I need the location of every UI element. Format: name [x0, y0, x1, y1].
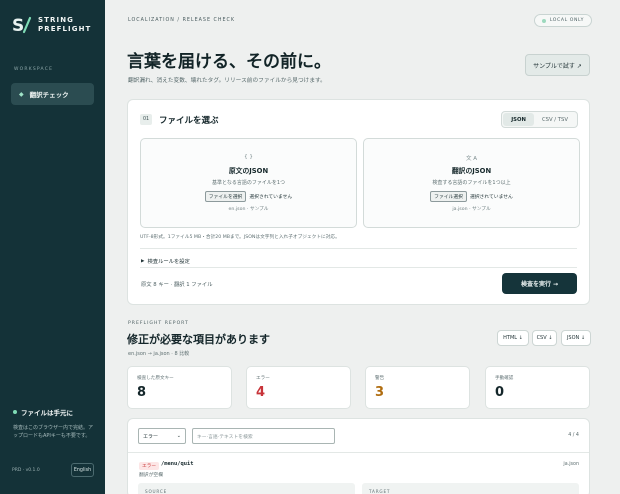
workspace-label: WORKSPACE	[14, 67, 54, 72]
source-choose-file-button[interactable]: ファイルを選択	[204, 191, 247, 202]
target-choose-file-button[interactable]: ファイル選択	[430, 191, 467, 202]
source-column-label: SOURCE	[145, 489, 168, 494]
svg-text:S: S	[12, 16, 24, 36]
stat-card-errors: エラー 4	[246, 366, 351, 409]
target-column: TARGET	[362, 483, 579, 494]
divider	[140, 248, 577, 249]
source-title: 原文のJSON	[228, 167, 269, 175]
source-desc: 基準となる言語のファイルを1つ	[211, 180, 286, 186]
divider	[140, 267, 577, 268]
page-subtitle: 翻訳漏れ、消えた変数、壊れたタグ。リリース前のファイルから見つけます。	[128, 78, 326, 84]
diamond-icon: ◆	[19, 90, 24, 98]
stat-card-keys: 検査した原文キー 8	[127, 366, 232, 409]
local-only-badge: LOCAL ONLY	[533, 14, 592, 27]
sidebar-item-label: 翻訳チェック	[29, 91, 69, 99]
chevron-down-icon: ⌄	[176, 433, 181, 439]
stat-value: 3	[375, 385, 385, 400]
issue-file: ja.json	[563, 462, 579, 467]
file-count-summary: 原文 8 キー · 翻訳 1 ファイル	[141, 282, 213, 288]
translate-icon: 文 A	[465, 156, 477, 162]
result-count: 4 / 4	[568, 433, 579, 438]
sidebar: S STRING PREFLIGHT WORKSPACE ◆ 翻訳チェック ファ…	[0, 0, 105, 494]
try-sample-button[interactable]: サンプルで試す ↗	[525, 54, 590, 76]
format-tab-csv[interactable]: CSV / TSV	[534, 113, 576, 126]
version-label: PRD · v0.1.0	[12, 468, 40, 473]
page-title: 言葉を届ける、その前に。	[127, 52, 331, 72]
target-dropzone[interactable]: 文 A 翻訳のJSON 検査する言語のファイルを1つ以上 ファイル選択 選択され…	[363, 138, 580, 228]
local-files-title: ファイルは手元に	[13, 407, 73, 417]
stat-label: エラー	[256, 376, 270, 381]
caret-right-icon: ▶	[141, 258, 145, 264]
divider	[128, 452, 589, 453]
issue-desc: 翻訳が空欄	[139, 473, 163, 478]
sidebar-item-translation-check[interactable]: ◆ 翻訳チェック	[11, 83, 94, 105]
file-select-card: 01 ファイルを選ぶ JSON CSV / TSV { } 原文のJSON 基準…	[127, 99, 590, 305]
export-json-button[interactable]: JSON ↓	[561, 330, 591, 346]
target-desc: 検査する言語のファイルを1つ以上	[432, 180, 511, 186]
local-files-desc: 検査はこのブラウザー内で完結。アップロードもAPIキーも不要です。	[13, 425, 94, 439]
brand-logo[interactable]: S STRING PREFLIGHT	[12, 14, 91, 36]
issue-key[interactable]: /menu/quit	[161, 461, 193, 467]
step-number: 01	[140, 114, 152, 125]
language-button[interactable]: English	[71, 463, 94, 477]
source-sample-link[interactable]: en.json · サンプル	[141, 206, 356, 212]
severity-filter-select[interactable]: エラー ⌄	[138, 428, 186, 444]
file-select-title: ファイルを選ぶ	[159, 116, 219, 126]
report-subtitle: en.json → ja.json · 8 比較	[128, 351, 190, 357]
main-content: LOCALIZATION / RELEASE CHECK LOCAL ONLY …	[105, 0, 620, 494]
stat-value: 4	[256, 385, 266, 400]
issue-search-input[interactable]: キー·言語·テキストを検索	[192, 428, 335, 444]
export-csv-button[interactable]: CSV ↓	[532, 330, 557, 346]
format-switch: JSON CSV / TSV	[501, 111, 578, 128]
rules-toggle[interactable]: ▶ 検査ルールを設定	[141, 257, 190, 266]
stat-label: 手動確認	[495, 376, 514, 381]
source-column: SOURCE	[138, 483, 355, 494]
issues-table: エラー ⌄ キー·言語·テキストを検索 4 / 4 エラー /menu/quit…	[127, 418, 590, 494]
brand-name: STRING PREFLIGHT	[38, 16, 91, 34]
target-file-input: ファイル選択 選択されていません	[364, 191, 579, 202]
severity-badge: エラー	[139, 462, 160, 470]
report-title: 修正が必要な項目があります	[127, 333, 270, 346]
format-tab-json[interactable]: JSON	[503, 113, 534, 126]
target-sample-link[interactable]: ja.json · サンプル	[364, 206, 579, 212]
status-dot-icon	[541, 18, 546, 23]
status-dot-icon	[13, 410, 17, 414]
local-only-text: LOCAL ONLY	[549, 18, 584, 23]
brand-mark-icon: S	[12, 14, 32, 36]
severity-filter-value: エラー	[143, 433, 159, 440]
target-title: 翻訳のJSON	[451, 167, 492, 175]
stat-value: 0	[495, 385, 505, 400]
stat-label: 警告	[375, 376, 385, 381]
stat-label: 検査した原文キー	[137, 376, 174, 381]
report-label: PREFLIGHT REPORT	[128, 321, 189, 326]
stat-card-manual: 手動確認 0	[485, 366, 590, 409]
file-format-note: UTF-8形式。1ファイル5 MB・合計20 MBまで。JSONは文字列と入れ子…	[140, 235, 340, 240]
source-file-input: ファイルを選択 選択されていません	[141, 191, 356, 202]
source-file-status: 選択されていません	[249, 195, 293, 200]
target-column-label: TARGET	[369, 489, 391, 494]
braces-icon: { }	[244, 154, 253, 160]
local-files-title-text: ファイルは手元に	[21, 409, 73, 417]
breadcrumb: LOCALIZATION / RELEASE CHECK	[128, 18, 235, 23]
stat-card-warnings: 警告 3	[365, 366, 470, 409]
stat-value: 8	[137, 385, 147, 400]
rules-toggle-label: 検査ルールを設定	[147, 259, 190, 265]
run-check-button[interactable]: 検査を実行 →	[502, 273, 577, 294]
brand-name-line1: STRING	[38, 16, 75, 24]
brand-name-line2: PREFLIGHT	[38, 25, 92, 33]
export-html-button[interactable]: HTML ↓	[497, 330, 529, 346]
target-file-status: 選択されていません	[469, 195, 513, 200]
source-dropzone[interactable]: { } 原文のJSON 基準となる言語のファイルを1つ ファイルを選択 選択され…	[140, 138, 357, 228]
